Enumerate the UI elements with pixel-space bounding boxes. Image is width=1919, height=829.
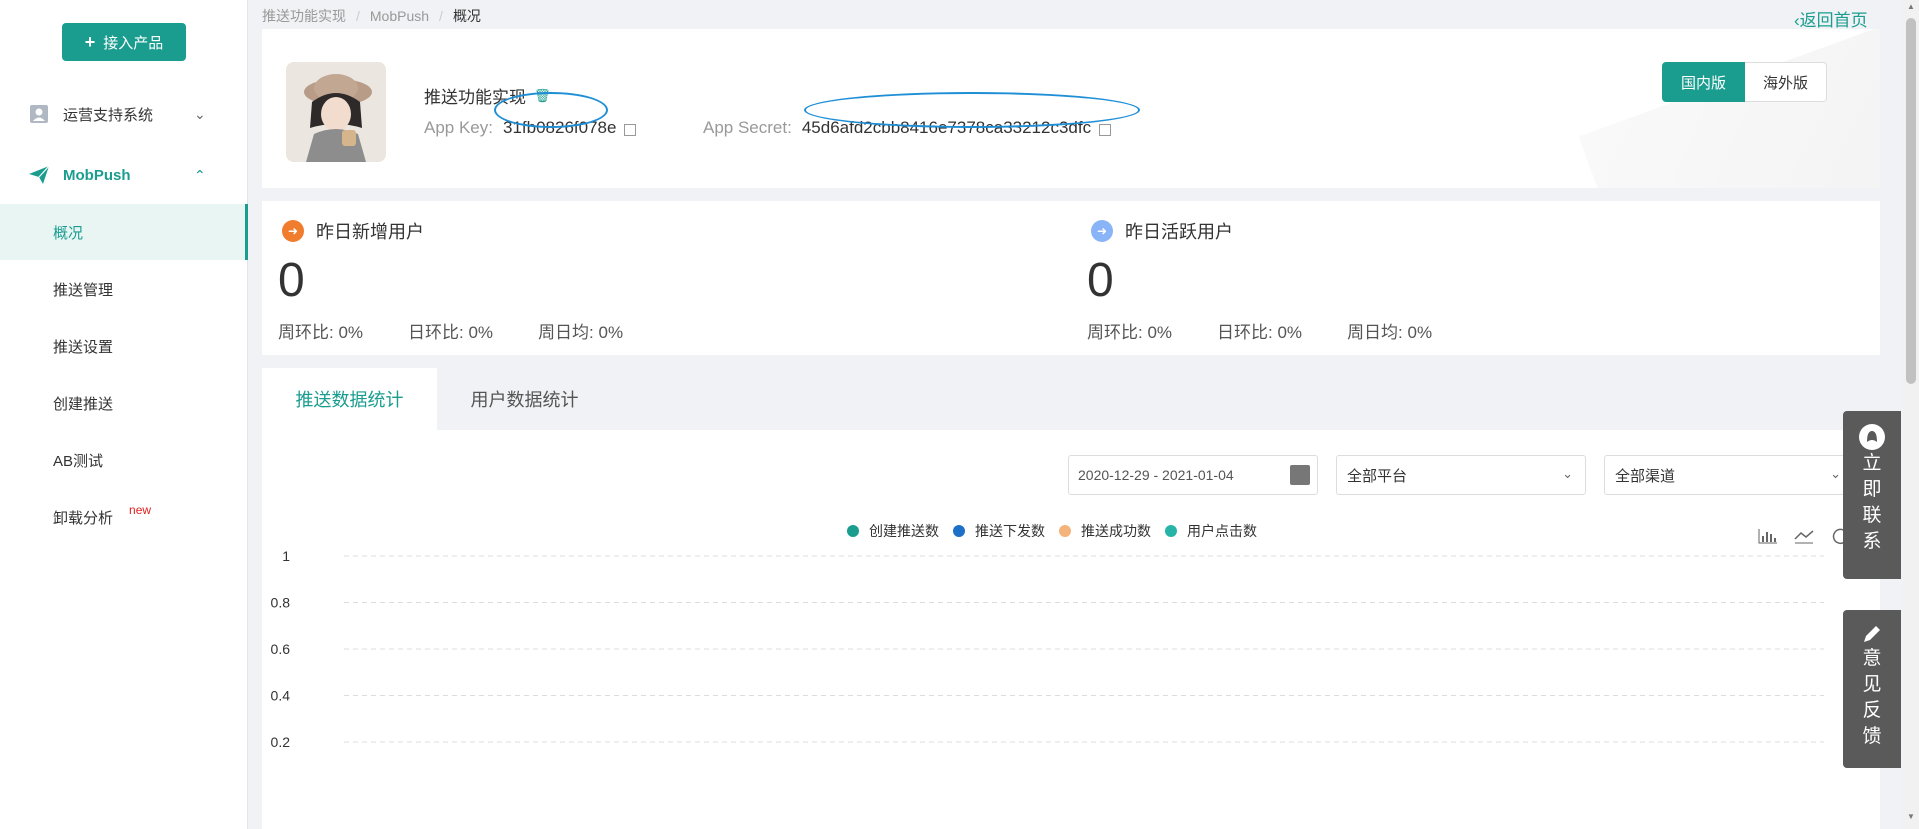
decorative-background bbox=[1578, 29, 1880, 188]
app-key-value: 31fb0826f078e bbox=[503, 118, 617, 137]
y-tick-label: 0.6 bbox=[271, 641, 291, 657]
menu-group-mobpush[interactable]: MobPush ⌃ bbox=[0, 151, 248, 199]
chevron-up-icon: ⌃ bbox=[194, 166, 206, 183]
app-key-field: App Key: 31fb0826f078e bbox=[424, 118, 637, 138]
sidebar-item-label: 卸载分析 bbox=[53, 509, 114, 527]
y-tick-label: 0.4 bbox=[271, 688, 291, 704]
app-info-card: 推送功能实现 🗑 App Key: 31fb0826f078e App Secr… bbox=[262, 29, 1880, 188]
feedback-char: 反 bbox=[1862, 700, 1882, 721]
stat-active-users: ➜ 昨日活跃用户 0 周环比: 0% 日环比: 0% 周日均: 0% bbox=[1071, 201, 1871, 355]
vertical-scrollbar[interactable]: ▲ ▼ bbox=[1903, 0, 1919, 829]
plus-icon: + bbox=[84, 32, 96, 52]
breadcrumb-item[interactable]: MobPush bbox=[370, 8, 429, 24]
add-product-button[interactable]: + 接入产品 bbox=[62, 23, 186, 61]
sidebar: + 接入产品 运营支持系统 ⌄ MobPush ⌃ 概况 推送管理 推送设置 创… bbox=[0, 0, 248, 829]
stat-week-ratio: 周环比: 0% bbox=[1087, 323, 1173, 342]
y-tick-label: 0.8 bbox=[271, 595, 291, 611]
contact-char: 系 bbox=[1862, 531, 1882, 552]
app-name-text: 推送功能实现 bbox=[424, 88, 526, 107]
app-avatar bbox=[286, 62, 386, 162]
scroll-down-arrow-icon[interactable]: ▼ bbox=[1907, 812, 1915, 821]
copy-icon[interactable] bbox=[1099, 124, 1112, 136]
back-home-label: 返回首页 bbox=[1799, 11, 1868, 30]
contact-char: 即 bbox=[1862, 479, 1882, 500]
sidebar-item-label: 创建推送 bbox=[53, 395, 114, 413]
contact-char: 立 bbox=[1862, 453, 1882, 474]
stats-card: ➜ 昨日新增用户 0 周环比: 0% 日环比: 0% 周日均: 0% ➜ 昨日活… bbox=[262, 201, 1880, 355]
region-overseas-button[interactable]: 海外版 bbox=[1745, 62, 1828, 102]
back-home-link[interactable]: ‹返回首页 bbox=[1794, 6, 1868, 31]
menu-group-label: 运营支持系统 bbox=[63, 106, 154, 124]
tab-user-stats[interactable]: 用户数据统计 bbox=[437, 368, 612, 430]
tab-push-stats[interactable]: 推送数据统计 bbox=[262, 368, 437, 430]
platform-select[interactable]: 全部平台 ⌄ bbox=[1336, 455, 1586, 495]
sidebar-item-label: 推送设置 bbox=[53, 338, 114, 356]
paper-plane-icon bbox=[29, 165, 50, 184]
chevron-down-icon: ⌄ bbox=[194, 105, 206, 122]
contact-char: 联 bbox=[1862, 505, 1882, 526]
user-icon bbox=[30, 105, 48, 123]
arrow-up-right-icon: ➜ bbox=[282, 220, 304, 242]
feedback-button[interactable]: 意 见 反 馈 bbox=[1843, 610, 1901, 768]
sidebar-item-create-push[interactable]: 创建推送 bbox=[0, 375, 248, 431]
menu-group-ops-support[interactable]: 运营支持系统 ⌄ bbox=[0, 90, 248, 138]
region-toggle: 国内版 海外版 bbox=[1662, 62, 1828, 102]
breadcrumb-current: 概况 bbox=[452, 8, 481, 24]
line-chart: 1 0.8 0.6 0.4 0.2 bbox=[271, 548, 1824, 750]
app-key-label: App Key: bbox=[424, 118, 493, 137]
stat-title: 昨日新增用户 bbox=[316, 222, 424, 242]
sidebar-item-label: AB测试 bbox=[53, 452, 104, 470]
sidebar-item-push-management[interactable]: 推送管理 bbox=[0, 261, 248, 317]
arrow-up-right-icon: ➜ bbox=[1091, 220, 1113, 242]
feedback-char: 见 bbox=[1862, 674, 1882, 695]
sidebar-item-overview[interactable]: 概况 bbox=[0, 204, 248, 260]
copy-icon[interactable] bbox=[624, 124, 637, 136]
app-secret-value: 45d6afd2cbb8416e7378ca33212c3dfc bbox=[801, 118, 1092, 137]
stat-title: 昨日活跃用户 bbox=[1125, 222, 1233, 242]
stat-week-avg: 周日均: 0% bbox=[538, 323, 624, 342]
breadcrumb-item[interactable]: 推送功能实现 bbox=[262, 8, 346, 24]
sidebar-item-label: 概况 bbox=[53, 224, 84, 242]
scroll-up-arrow-icon[interactable]: ▲ bbox=[1907, 2, 1915, 11]
app-secret-label: App Secret: bbox=[703, 118, 792, 137]
channel-value: 全部渠道 bbox=[1615, 467, 1676, 485]
feedback-char: 馈 bbox=[1862, 726, 1882, 747]
menu-group-label: MobPush bbox=[63, 166, 131, 184]
platform-value: 全部平台 bbox=[1347, 467, 1408, 485]
stat-day-ratio: 日环比: 0% bbox=[408, 323, 494, 342]
sidebar-item-push-settings[interactable]: 推送设置 bbox=[0, 318, 248, 374]
calendar-icon[interactable] bbox=[1290, 465, 1310, 485]
stat-week-ratio: 周环比: 0% bbox=[278, 323, 364, 342]
sidebar-item-uninstall-analysis[interactable]: 卸载分析 new bbox=[0, 489, 248, 545]
scrollbar-thumb[interactable] bbox=[1906, 18, 1916, 384]
date-range-value: 2020-12-29 - 2021-01-04 bbox=[1078, 467, 1234, 483]
region-domestic-button[interactable]: 国内版 bbox=[1662, 62, 1746, 102]
pencil-icon bbox=[1864, 626, 1880, 642]
contact-us-button[interactable]: 立 即 联 系 bbox=[1843, 411, 1901, 579]
y-tick-label: 0.2 bbox=[271, 734, 291, 750]
stat-value: 0 bbox=[1087, 254, 1114, 307]
sidebar-item-label: 推送管理 bbox=[53, 281, 114, 299]
stat-week-avg: 周日均: 0% bbox=[1347, 323, 1433, 342]
chart-panel: 2020-12-29 - 2021-01-04 全部平台 ⌄ 全部渠道 ⌄ 创建… bbox=[262, 430, 1880, 829]
trash-icon[interactable]: 🗑 bbox=[534, 88, 551, 104]
stats-tabs: 推送数据统计 用户数据统计 bbox=[262, 368, 1880, 430]
breadcrumb: 推送功能实现 / MobPush / 概况 bbox=[262, 8, 481, 24]
sidebar-item-ab-test[interactable]: AB测试 bbox=[0, 432, 248, 488]
app-secret-field: App Secret: 45d6afd2cbb8416e7378ca33212c… bbox=[703, 118, 1112, 138]
feedback-char: 意 bbox=[1862, 648, 1882, 669]
stat-day-ratio: 日环比: 0% bbox=[1217, 323, 1303, 342]
stat-value: 0 bbox=[278, 254, 305, 307]
chevron-down-icon: ⌄ bbox=[1562, 466, 1573, 481]
add-product-label: 接入产品 bbox=[103, 34, 164, 52]
y-tick-label: 1 bbox=[282, 548, 290, 564]
chat-bubble-icon bbox=[1859, 424, 1885, 450]
new-badge: new bbox=[129, 503, 152, 517]
channel-select[interactable]: 全部渠道 ⌄ bbox=[1604, 455, 1854, 495]
stat-new-users: ➜ 昨日新增用户 0 周环比: 0% 日环比: 0% 周日均: 0% bbox=[262, 201, 1062, 355]
app-name: 推送功能实现 🗑 bbox=[424, 83, 551, 108]
chevron-down-icon: ⌄ bbox=[1830, 466, 1841, 481]
date-range-input[interactable]: 2020-12-29 - 2021-01-04 bbox=[1068, 455, 1318, 495]
